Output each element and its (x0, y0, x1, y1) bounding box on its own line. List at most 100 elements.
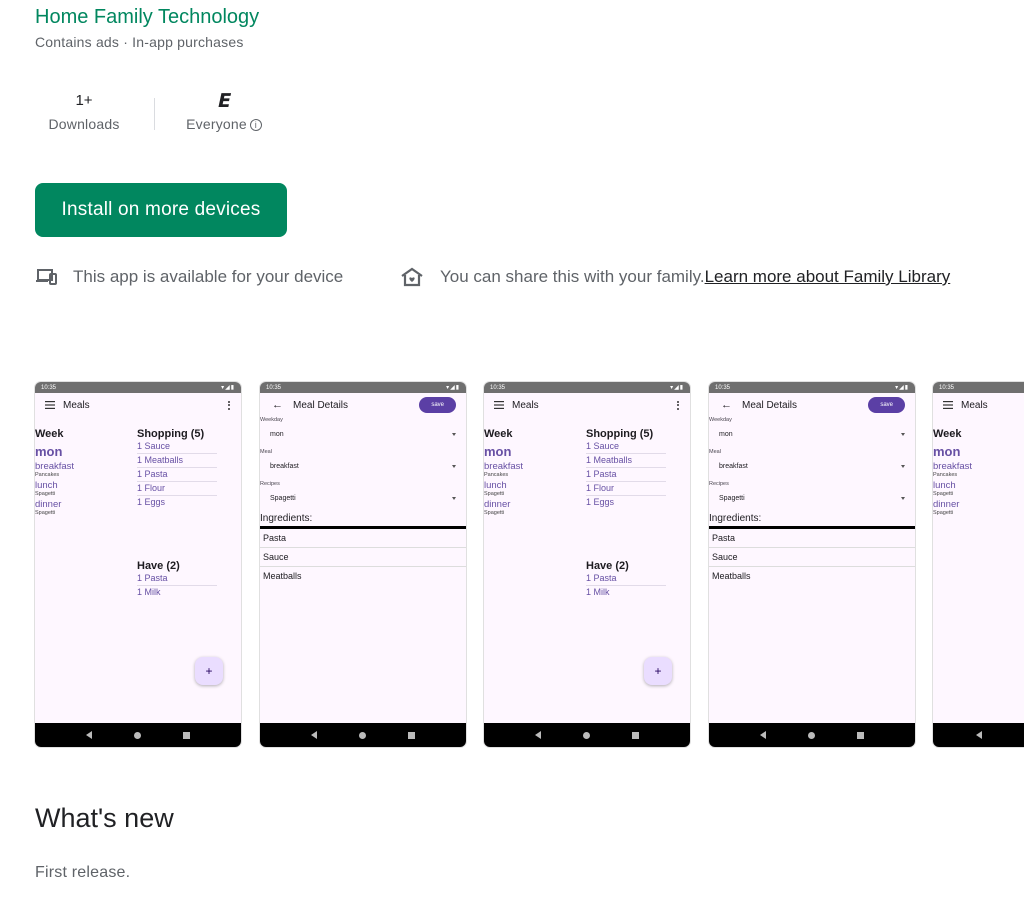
content-rating-stat[interactable]: E Everyone i (172, 90, 276, 132)
more-vert-icon (677, 400, 680, 410)
list-item: 1 Flour (586, 482, 666, 496)
app-bar-title: Meal Details (293, 399, 349, 411)
dropdown-arrow-icon (901, 432, 905, 436)
weekday-select: mon (709, 423, 915, 445)
shopping-column: Shopping (5) 1 Sauce 1 Meatballs 1 Pasta… (137, 428, 217, 509)
home-icon (808, 731, 815, 739)
back-icon (311, 731, 317, 739)
family-home-icon (401, 267, 423, 287)
list-item: 1 Pasta (586, 468, 666, 482)
arrow-back-icon: ← (721, 399, 732, 411)
list-item: 1 Eggs (137, 497, 166, 507)
ingredient-item: Pasta (709, 529, 915, 548)
add-fab: + (195, 657, 223, 685)
recents-icon (632, 731, 639, 739)
recipes-select: Spagetti (260, 487, 466, 509)
day-label: mon (484, 444, 512, 459)
more-vert-icon (228, 400, 231, 410)
screenshot-meals-1[interactable]: 10:35 ▾◢▮ Meals Week mon breakfast Pancak… (35, 382, 241, 747)
ingredient-item: Pasta (260, 529, 466, 548)
app-bar-title: Meal Details (742, 399, 798, 411)
menu-icon (45, 401, 55, 409)
app-bar: Meals (933, 393, 1024, 417)
nav-bar (709, 723, 915, 747)
ingredient-item: Sauce (709, 548, 915, 567)
screenshot-details-1[interactable]: 10:35 ▾◢▮ ← Meal Details save Weekday mon… (260, 382, 466, 747)
home-icon (359, 731, 366, 739)
week-heading: Week (933, 428, 962, 440)
ingredient-item: Meatballs (263, 571, 302, 581)
day-label: mon (933, 444, 961, 459)
family-library-link[interactable]: Learn more about Family Library (705, 267, 951, 287)
install-button[interactable]: Install on more devices (35, 183, 287, 237)
meal-select: breakfast (709, 455, 915, 477)
app-subtitle: Contains ads · In-app purchases (35, 34, 244, 50)
dropdown-arrow-icon (901, 496, 905, 500)
meal-label: dinner (484, 499, 511, 510)
screenshot-meals-3[interactable]: 10:35 Meals Week mon breakfast Pancakes … (933, 382, 1024, 747)
app-bar: ← Meal Details save (260, 393, 466, 417)
devices-icon (36, 269, 57, 285)
meal-label: dinner (933, 499, 960, 510)
family-sharing-text: You can share this with your family. (440, 267, 705, 286)
day-label: mon (35, 444, 63, 459)
dropdown-arrow-icon (901, 464, 905, 468)
nav-bar (260, 723, 466, 747)
downloads-stat: 1+ Downloads (35, 90, 133, 132)
list-item: 1 Flour (137, 482, 217, 496)
shopping-heading: Shopping (5) (586, 428, 654, 440)
meal-label: dinner (35, 499, 62, 510)
whats-new-heading: What's new (35, 803, 174, 833)
back-icon (760, 731, 766, 739)
status-bar: 10:35 ▾◢▮ (35, 382, 241, 393)
dropdown-arrow-icon (452, 496, 456, 500)
save-pill: save (419, 397, 456, 413)
add-fab: + (644, 657, 672, 685)
app-bar: Meals (484, 393, 690, 417)
meal-item: Spagetti (484, 491, 505, 497)
arrow-back-icon: ← (272, 399, 283, 411)
meal-label: breakfast (484, 461, 524, 472)
app-bar-title: Meals (512, 399, 539, 411)
dropdown-arrow-icon (452, 464, 456, 468)
developer-name[interactable]: Home Family Technology (35, 6, 259, 29)
menu-icon (494, 401, 504, 409)
back-icon (976, 731, 982, 739)
have-heading: Have (2) (137, 560, 180, 572)
app-bar: ← Meal Details save (709, 393, 915, 417)
list-item: 1 Meatballs (137, 454, 217, 468)
device-availability-text: This app is available for your device (73, 267, 344, 286)
have-heading: Have (2) (586, 560, 629, 572)
meal-item: Spagetti (484, 510, 505, 516)
list-item: 1 Pasta (137, 468, 217, 482)
list-item: 1 Meatballs (586, 454, 666, 468)
screenshot-meals-2[interactable]: 10:35 ▾◢▮ Meals Week mon breakfast Pancak… (484, 382, 690, 747)
list-item: 1 Milk (586, 587, 610, 597)
downloads-label: Downloads (48, 116, 120, 132)
nav-bar (933, 723, 1024, 747)
ingredients-heading: Ingredients: (260, 513, 466, 529)
meal-item: Pancakes (35, 472, 60, 478)
meal-item: Spagetti (933, 491, 954, 497)
app-bar-title: Meals (961, 399, 988, 411)
shopping-column: Shopping (5) 1 Sauce 1 Meatballs 1 Pasta… (586, 428, 666, 509)
esrb-everyone-icon: E (215, 90, 233, 112)
have-column: Have (2) 1 Pasta 1 Milk (586, 560, 666, 599)
stats-divider (154, 98, 155, 130)
menu-icon (943, 401, 953, 409)
meal-label: breakfast (933, 461, 973, 472)
week-column: Week mon breakfast Pancakes lunch Spaget… (35, 428, 135, 516)
info-icon[interactable]: i (249, 119, 262, 131)
weekday-select: mon (260, 423, 466, 445)
week-heading: Week (484, 428, 513, 440)
screenshot-details-2[interactable]: 10:35 ▾◢▮ ← Meal Details save Weekday mon… (709, 382, 915, 747)
meal-label: breakfast (35, 461, 75, 472)
have-column: Have (2) 1 Pasta 1 Milk (137, 560, 217, 599)
back-icon (535, 731, 541, 739)
recents-icon (183, 731, 190, 739)
recents-icon (857, 731, 864, 739)
meal-label: lunch (35, 480, 58, 491)
meal-label: lunch (484, 480, 507, 491)
status-bar: 10:35 (933, 382, 1024, 393)
status-bar: 10:35 ▾◢▮ (260, 382, 466, 393)
